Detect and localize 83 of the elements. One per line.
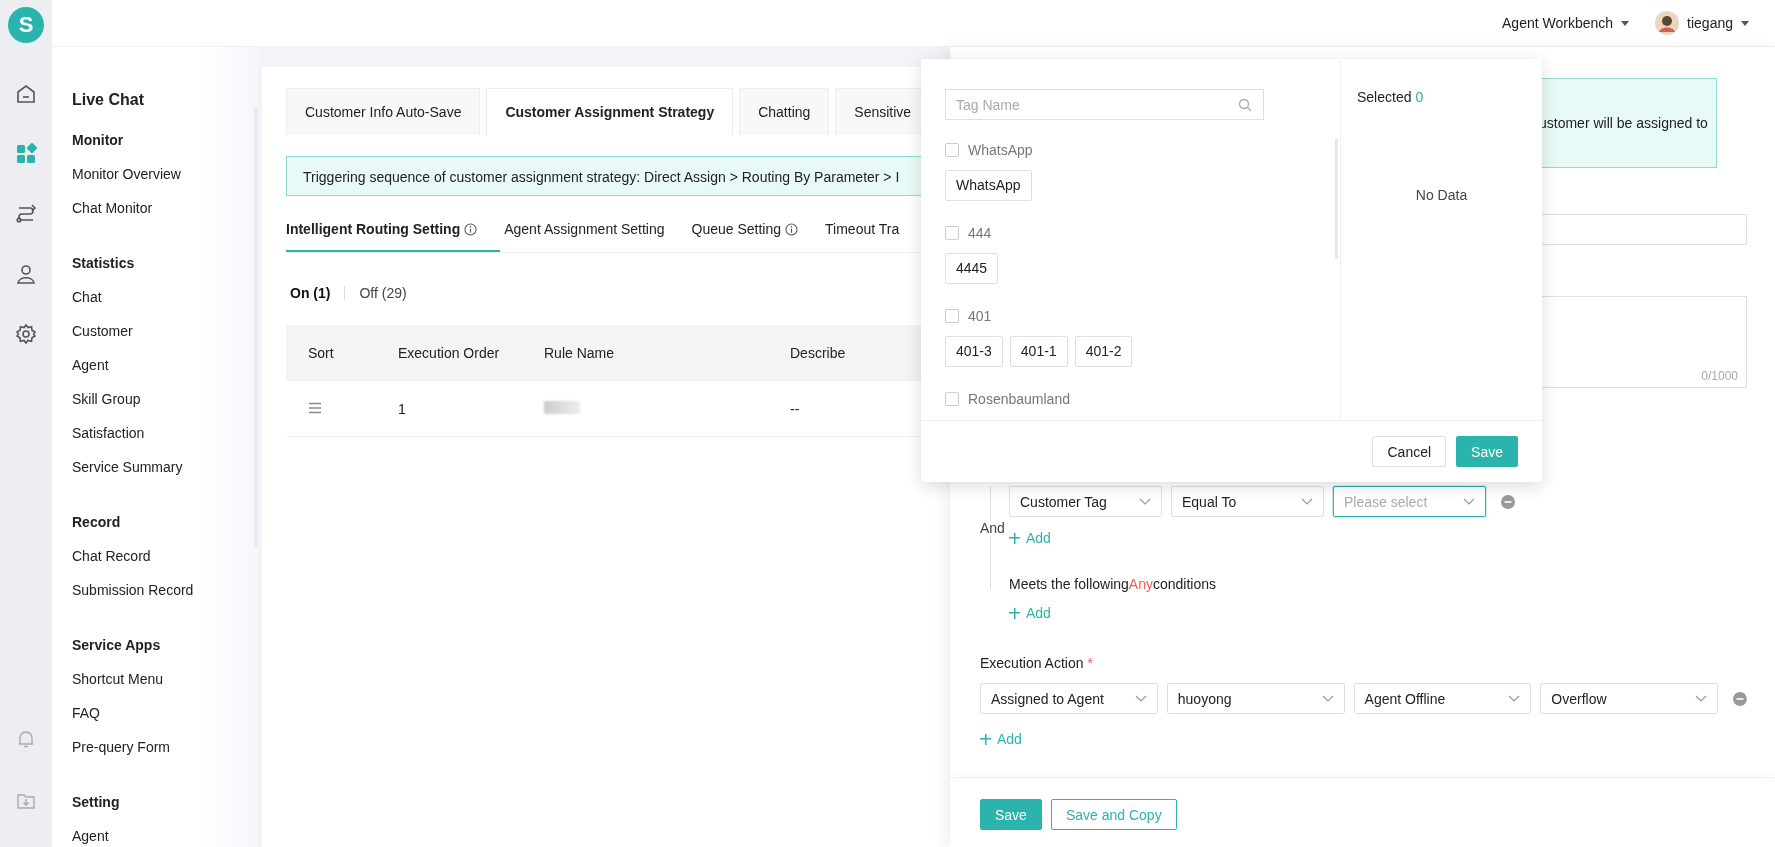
sidebar-item[interactable]: Agent: [72, 819, 258, 847]
sidebar-item[interactable]: Service Summary: [72, 450, 258, 484]
tab[interactable]: Customer Assignment Strategy: [486, 88, 734, 135]
sidebar-item[interactable]: Submission Record: [72, 573, 258, 607]
tag-group-name: Rosenbaumland: [968, 391, 1070, 407]
action-select[interactable]: Agent Offline: [1353, 683, 1532, 714]
remove-icon[interactable]: [1501, 494, 1515, 509]
avatar-icon[interactable]: [1655, 11, 1680, 35]
sub-tab[interactable]: Queue Setting: [691, 208, 822, 252]
checkbox[interactable]: [945, 143, 959, 157]
filter-option[interactable]: On (1): [290, 285, 331, 301]
chevron-down-icon: [1134, 694, 1147, 703]
chevron-down-icon: [1463, 497, 1475, 506]
sidebar-item[interactable]: FAQ: [72, 696, 258, 730]
sidebar-item[interactable]: Customer: [72, 314, 258, 348]
tag-group-name: 444: [968, 225, 992, 241]
sidebar-heading: Record: [72, 513, 122, 532]
action-select[interactable]: huoyong: [1166, 683, 1345, 714]
filter-option[interactable]: Off (29): [359, 285, 407, 301]
sub-tab[interactable]: Timeout Tra: [825, 208, 923, 252]
settings-icon[interactable]: [15, 323, 37, 345]
operator-select[interactable]: Equal To: [1171, 486, 1324, 517]
tab[interactable]: Chatting: [739, 88, 830, 135]
sidebar-item[interactable]: Pre-query Form: [72, 730, 258, 764]
sidebar-heading: Monitor: [72, 131, 125, 150]
search-icon: [1238, 98, 1252, 112]
sub-tab[interactable]: Agent Assignment Setting: [504, 208, 688, 252]
action-select[interactable]: Overflow: [1540, 683, 1719, 714]
cancel-button[interactable]: Cancel: [1372, 436, 1447, 467]
sidebar-item[interactable]: Agent: [72, 348, 258, 382]
blurred-text-mark: [544, 400, 580, 414]
tag-group-name: 401: [968, 308, 992, 324]
flow-icon[interactable]: [15, 203, 37, 225]
remove-icon[interactable]: [1733, 691, 1747, 706]
field-select[interactable]: Customer Tag: [1009, 486, 1162, 517]
search-field[interactable]: Tag Name: [945, 89, 1264, 120]
sidebar-item[interactable]: Monitor Overview: [72, 157, 258, 191]
person-icon[interactable]: [15, 263, 37, 285]
tag-chip[interactable]: 4445: [945, 253, 999, 284]
bell-icon[interactable]: [16, 729, 36, 749]
input-field[interactable]: [1540, 214, 1747, 245]
column-header: Describe: [789, 344, 847, 361]
column-header: Rule Name: [543, 344, 616, 361]
chevron-down-icon: [1508, 694, 1521, 703]
sidebar-item[interactable]: Shortcut Menu: [72, 662, 258, 696]
home-icon[interactable]: [15, 83, 37, 105]
join-label: And: [980, 520, 1005, 536]
sidebar-item[interactable]: Chat: [72, 280, 258, 314]
sidebar-item[interactable]: Chat Monitor: [72, 191, 258, 225]
column-header: Sort: [307, 344, 335, 361]
drag-handle-icon[interactable]: [308, 401, 322, 414]
column-header: Execution Order: [397, 344, 501, 361]
field-label: Execution Action *: [980, 655, 1094, 671]
sidebar-heading: Statistics: [72, 254, 136, 273]
sidebar-heading: Setting: [72, 793, 121, 812]
condition-text: Meets the followingAnyconditions: [1009, 576, 1217, 592]
download-folder-icon[interactable]: [16, 791, 36, 811]
chevron-down-icon: [1321, 694, 1334, 703]
chevron-down-icon: [1695, 694, 1708, 703]
sidebar-item[interactable]: Skill Group: [72, 382, 258, 416]
tag-chip[interactable]: 401-3: [945, 336, 1003, 367]
workbench-menu[interactable]: Agent Workbench: [1502, 15, 1630, 31]
sidebar-item[interactable]: Satisfaction: [72, 416, 258, 450]
tag-chip[interactable]: 401-2: [1074, 336, 1133, 367]
tag-chip[interactable]: WhatsApp: [945, 170, 1032, 201]
checkbox[interactable]: [945, 309, 959, 323]
checkbox[interactable]: [945, 392, 959, 406]
sub-tab[interactable]: Intelligent Routing Setting: [286, 208, 501, 252]
user-menu[interactable]: tiegang: [1687, 15, 1749, 31]
sidebar-heading: Service Apps: [72, 636, 162, 655]
table-cell-text: 1: [397, 400, 407, 417]
chevron-down-icon: [1139, 497, 1151, 506]
action-select[interactable]: Assigned to Agent: [980, 683, 1158, 714]
selected-count-label: Selected 0: [1357, 89, 1425, 105]
tab[interactable]: Customer Info Auto-Save: [286, 88, 481, 135]
tag-chip[interactable]: 401-1: [1009, 336, 1068, 367]
sidebar-title: Live Chat: [72, 91, 145, 109]
checkbox[interactable]: [945, 226, 959, 240]
table-cell-text: --: [789, 400, 801, 417]
apps-icon[interactable]: [15, 143, 37, 165]
chevron-down-icon: [1301, 497, 1313, 506]
sidebar-item[interactable]: Chat Record: [72, 539, 258, 573]
character-counter: 0/1000: [1701, 369, 1738, 383]
